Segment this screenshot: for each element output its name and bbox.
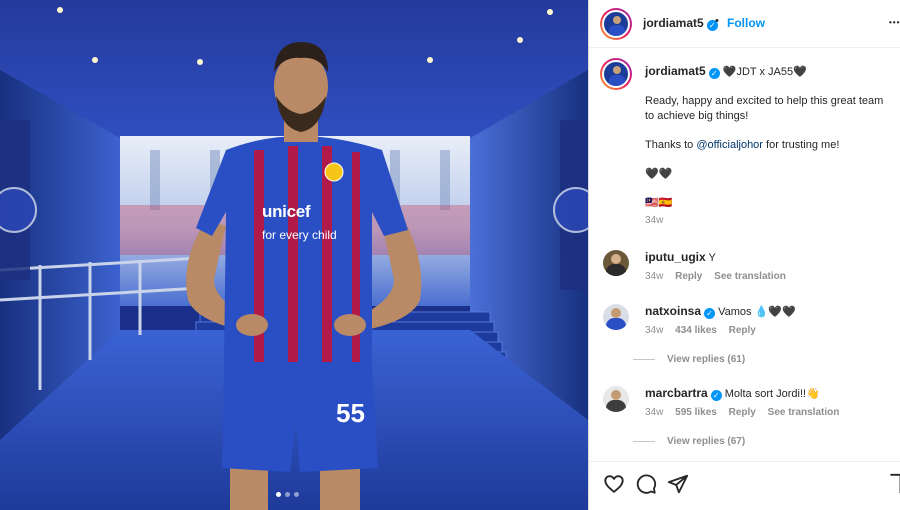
comment-time: 34w xyxy=(645,271,664,282)
comment-likes[interactable]: 434 likes xyxy=(675,325,717,336)
comment-translate-button[interactable]: See translation xyxy=(714,271,786,282)
carousel-dot-3[interactable] xyxy=(294,492,299,497)
more-options-icon[interactable]: ••• xyxy=(889,18,900,27)
shorts-number: 55 xyxy=(336,398,365,428)
post-image[interactable]: unicef for every child 55 xyxy=(0,0,588,510)
view-replies-button[interactable]: View replies (61) xyxy=(633,354,745,365)
comment-time: 34w xyxy=(645,407,664,418)
mention-link[interactable]: @officialjohor xyxy=(696,139,763,151)
follow-button[interactable]: Follow xyxy=(727,16,765,30)
verified-badge-icon: ✓ xyxy=(708,68,720,79)
send-icon[interactable] xyxy=(667,473,689,495)
post-caption: jordiamat5 ✓ 🖤JDT x JA55🖤 Ready, happy an… xyxy=(645,64,895,228)
comment-username[interactable]: iputu_ugix xyxy=(645,250,706,264)
comment-likes[interactable]: 595 likes xyxy=(675,407,717,418)
post-side-panel: jordiamat5 ✓ • Follow ••• jordiamat5 ✓ 🖤JD… xyxy=(588,0,900,510)
comment-username[interactable]: marcbartra xyxy=(645,386,708,400)
caption-author-avatar[interactable] xyxy=(600,58,632,90)
carousel-indicator xyxy=(276,492,299,497)
author-username-row: jordiamat5 ✓ xyxy=(643,16,718,31)
carousel-dot-1[interactable] xyxy=(276,492,281,497)
view-replies-button[interactable]: View replies (67) xyxy=(633,436,745,447)
comment-reply-button[interactable]: Reply xyxy=(729,407,756,418)
comment-username[interactable]: natxoinsa xyxy=(645,304,701,318)
comment-time: 34w xyxy=(645,325,664,336)
comment-avatar[interactable] xyxy=(603,386,629,412)
author-avatar[interactable] xyxy=(600,8,632,40)
heart-icon[interactable] xyxy=(603,473,625,495)
caption-title: 🖤JDT x JA55🖤 xyxy=(722,66,807,78)
post-header: jordiamat5 ✓ • Follow ••• xyxy=(589,0,900,48)
comment-icon[interactable] xyxy=(635,473,657,495)
caption-thanks-prefix: Thanks to xyxy=(645,139,697,151)
comment-text: Y xyxy=(708,252,716,264)
bookmark-icon[interactable] xyxy=(889,473,900,495)
header-separator: • xyxy=(715,15,719,27)
comment-translate-button[interactable]: See translation xyxy=(768,407,840,418)
carousel-dot-2[interactable] xyxy=(285,492,290,497)
comment-avatar[interactable] xyxy=(603,304,629,330)
verified-badge-icon: ✓ xyxy=(710,390,722,401)
comment-avatar[interactable] xyxy=(603,250,629,276)
instagram-post-modal: unicef for every child 55 jordiamat5 ✓ • … xyxy=(0,0,900,510)
jersey-sponsor-text: unicef xyxy=(262,202,311,221)
comment-text: Molta sort Jordi!!👋 xyxy=(724,388,820,400)
caption-thanks: Thanks to @officialjohor for trusting me… xyxy=(645,138,895,153)
comment-reply-button[interactable]: Reply xyxy=(729,325,756,336)
caption-emoji-2: 🇲🇾🇪🇸 xyxy=(645,197,673,209)
post-actions-bar xyxy=(589,461,900,510)
caption-username[interactable]: jordiamat5 xyxy=(645,64,706,78)
post-photo-illustration xyxy=(0,0,588,510)
caption-thanks-suffix: for trusting me! xyxy=(762,139,840,151)
verified-badge-icon: ✓ xyxy=(704,308,716,319)
caption-line-1: Ready, happy and excited to help this gr… xyxy=(645,95,884,122)
comment-reply-button[interactable]: Reply xyxy=(675,271,702,282)
caption-time: 34w xyxy=(645,215,664,226)
comment-text: Vamos 💧🖤🖤 xyxy=(718,306,796,318)
caption-emoji-1: 🖤🖤 xyxy=(645,168,673,180)
author-username[interactable]: jordiamat5 xyxy=(643,16,704,30)
jersey-sponsor-subtext: for every child xyxy=(262,228,337,242)
